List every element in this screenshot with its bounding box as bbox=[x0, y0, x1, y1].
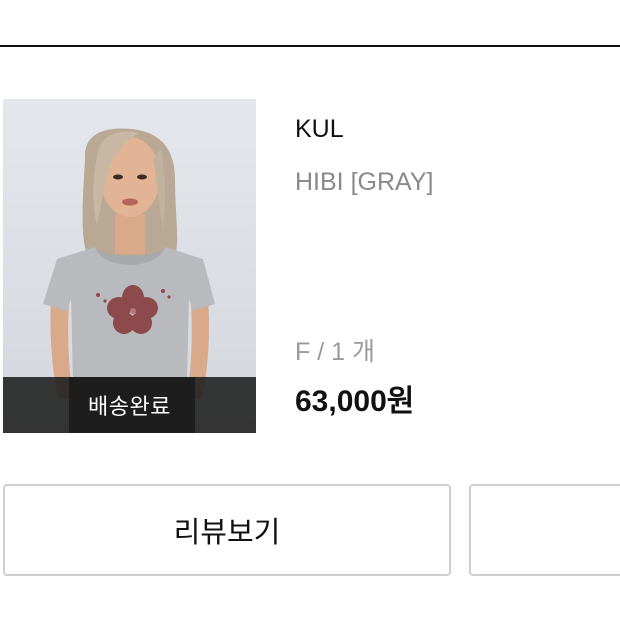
order-item-info: KUL HIBI [GRAY] F / 1 개 63,000원 bbox=[295, 99, 615, 433]
brand-name[interactable]: KUL bbox=[295, 115, 344, 144]
delivery-status-badge: 배송완료 bbox=[3, 377, 256, 433]
top-divider bbox=[0, 45, 620, 47]
order-item-card: 배송완료 KUL HIBI [GRAY] F / 1 개 63,000원 bbox=[3, 99, 620, 433]
product-name[interactable]: HIBI [GRAY] bbox=[295, 168, 433, 197]
secondary-action-button[interactable] bbox=[469, 484, 620, 576]
product-thumbnail[interactable]: 배송완료 bbox=[3, 99, 256, 433]
order-detail-page: 배송완료 KUL HIBI [GRAY] F / 1 개 63,000원 리뷰보… bbox=[0, 0, 620, 620]
option-quantity: F / 1 개 bbox=[295, 338, 375, 366]
item-price: 63,000원 bbox=[295, 385, 415, 418]
view-review-button[interactable]: 리뷰보기 bbox=[3, 484, 451, 576]
